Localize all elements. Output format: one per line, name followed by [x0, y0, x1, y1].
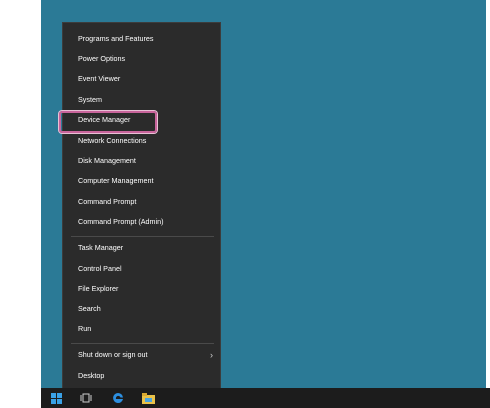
- menu-item-desktop[interactable]: Desktop: [63, 366, 220, 386]
- menu-item-search[interactable]: Search: [63, 299, 220, 319]
- windows-start-icon[interactable]: [43, 388, 69, 408]
- menu-item-label: Shut down or sign out: [78, 350, 148, 359]
- menu-item-label: Command Prompt: [78, 197, 137, 206]
- task-view-icon[interactable]: [73, 388, 99, 408]
- chevron-right-icon: ›: [210, 350, 213, 360]
- menu-item-label: Command Prompt (Admin): [78, 217, 164, 226]
- edge-browser-icon[interactable]: [105, 388, 131, 408]
- menu-item-system[interactable]: System: [63, 90, 220, 110]
- menu-item-label: Control Panel: [78, 264, 122, 273]
- winx-power-user-menu: Programs and Features Power Options Even…: [59, 22, 221, 390]
- menu-item-command-prompt-admin[interactable]: Command Prompt (Admin): [63, 212, 220, 232]
- menu-item-device-manager[interactable]: Device Manager: [59, 110, 220, 133]
- menu-item-file-explorer[interactable]: File Explorer: [63, 279, 220, 299]
- file-explorer-icon[interactable]: [135, 388, 161, 408]
- menu-item-network-connections[interactable]: Network Connections: [63, 131, 220, 151]
- menu-item-label: System: [78, 95, 102, 104]
- menu-item-computer-management[interactable]: Computer Management: [63, 171, 220, 191]
- desktop-edge: [486, 0, 490, 388]
- menu-item-label: Computer Management: [78, 176, 154, 185]
- menu-item-task-manager[interactable]: Task Manager: [63, 238, 220, 258]
- menu-item-command-prompt[interactable]: Command Prompt: [63, 192, 220, 212]
- menu-item-label: Disk Management: [78, 156, 136, 165]
- menu-item-label: Event Viewer: [78, 74, 121, 83]
- menu-item-label: Device Manager: [78, 115, 131, 124]
- menu-separator: [71, 343, 214, 344]
- menu-item-label: Search: [78, 304, 101, 313]
- menu-item-label: Network Connections: [78, 136, 147, 145]
- menu-item-label: Desktop: [78, 371, 105, 380]
- menu-item-label: Programs and Features: [78, 34, 154, 43]
- menu-item-label: Run: [78, 324, 92, 333]
- menu-item-run[interactable]: Run: [63, 319, 220, 339]
- menu-item-event-viewer[interactable]: Event Viewer: [63, 69, 220, 89]
- menu-separator: [71, 236, 214, 237]
- menu-item-power-options[interactable]: Power Options: [63, 49, 220, 69]
- menu-item-label: Task Manager: [78, 243, 124, 252]
- menu-item-label: Power Options: [78, 54, 126, 63]
- menu-item-label: File Explorer: [78, 284, 119, 293]
- taskbar: [41, 388, 490, 408]
- menu-item-shut-down-or-sign-out[interactable]: Shut down or sign out ›: [63, 345, 220, 365]
- menu-item-programs-and-features[interactable]: Programs and Features: [63, 29, 220, 49]
- menu-item-disk-management[interactable]: Disk Management: [63, 151, 220, 171]
- menu-item-control-panel[interactable]: Control Panel: [63, 259, 220, 279]
